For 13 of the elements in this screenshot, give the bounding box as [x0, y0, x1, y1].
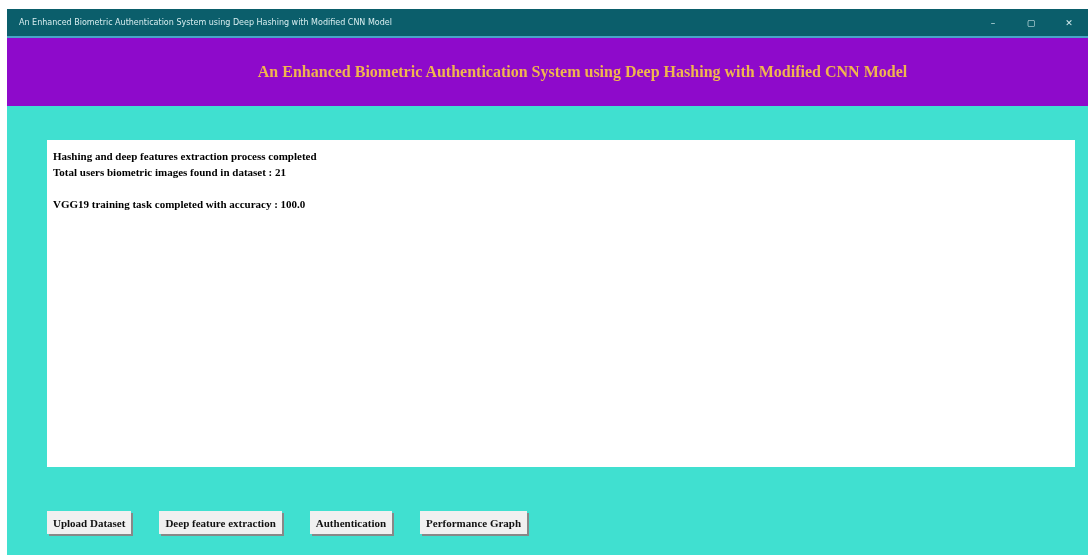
action-button[interactable]: Authentication — [309, 511, 393, 534]
window-title: An Enhanced Biometric Authentication System using Deep Hashing with Modified CNN Model — [19, 18, 393, 27]
output-line: Total users biometric images found in dataset : 21 — [53, 165, 287, 180]
header-title: An Enhanced Biometric Authentication System using Deep Hashing with Modified CNN Model — [257, 63, 908, 81]
close-button[interactable]: ✕ — [1050, 17, 1088, 28]
action-button[interactable]: Upload Dataset — [47, 511, 132, 534]
output-line: VGG19 training task completed with accuracy : 100.0 — [53, 197, 306, 212]
output-text-area[interactable]: Hashing and deep features extraction process completed Total users biometric images found in dataset : 21 VGG19 training task completed with accuracy : 100.0 — [47, 140, 1075, 467]
action-button[interactable]: Deep feature extraction — [159, 511, 282, 534]
action-button[interactable]: Performance Graph — [420, 511, 528, 534]
maximize-button[interactable]: ▢ — [1012, 17, 1050, 28]
output-line: Hashing and deep features extraction process completed — [53, 149, 317, 164]
minimize-button[interactable]: – — [974, 17, 1012, 28]
